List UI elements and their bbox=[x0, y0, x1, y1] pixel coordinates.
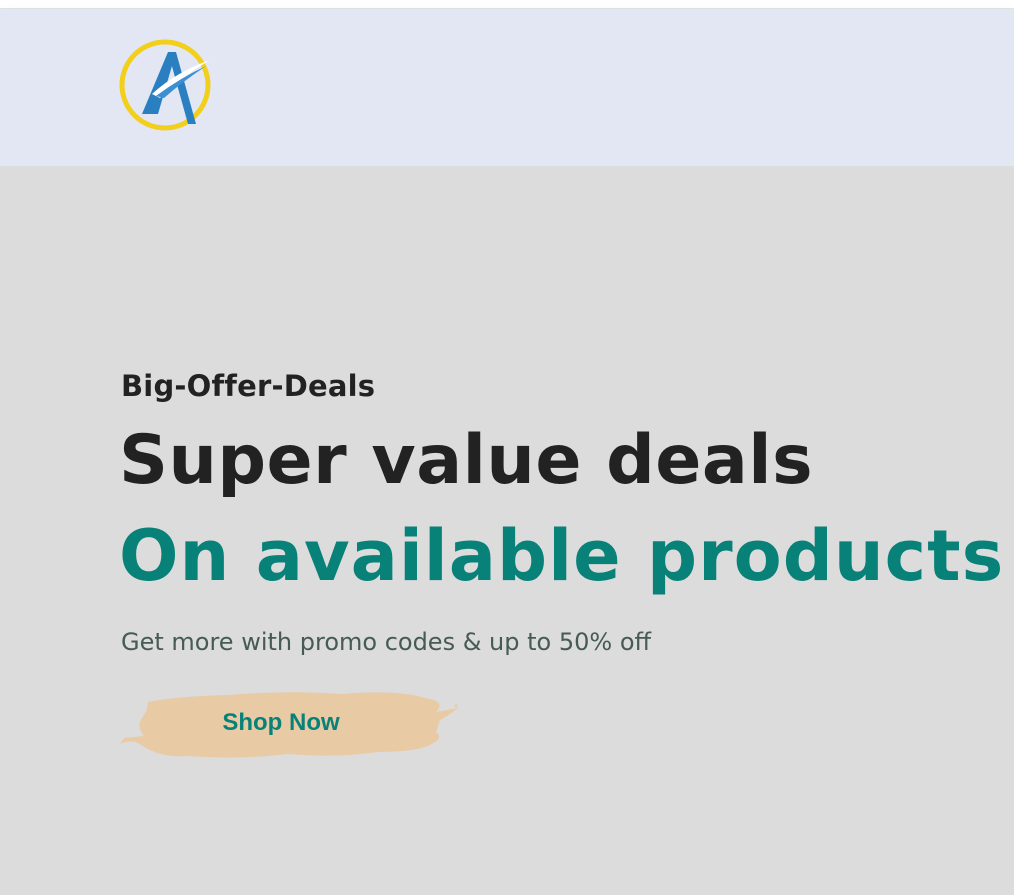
shop-now-button[interactable]: Shop Now bbox=[118, 686, 464, 762]
hero-headline: Super value deals bbox=[119, 421, 814, 500]
hero-subtext: Get more with promo codes & up to 50% of… bbox=[121, 628, 652, 656]
shop-now-label: Shop Now bbox=[222, 709, 340, 736]
logo-link[interactable] bbox=[118, 38, 212, 132]
site-header bbox=[0, 9, 1014, 166]
logo-icon bbox=[119, 39, 211, 131]
hero-section: Big-Offer-Deals Super value deals On ava… bbox=[0, 166, 1014, 895]
hero-headline-accent: On available products bbox=[119, 515, 1005, 597]
browser-top-strip bbox=[0, 0, 1014, 9]
hero-eyebrow: Big-Offer-Deals bbox=[121, 369, 376, 403]
